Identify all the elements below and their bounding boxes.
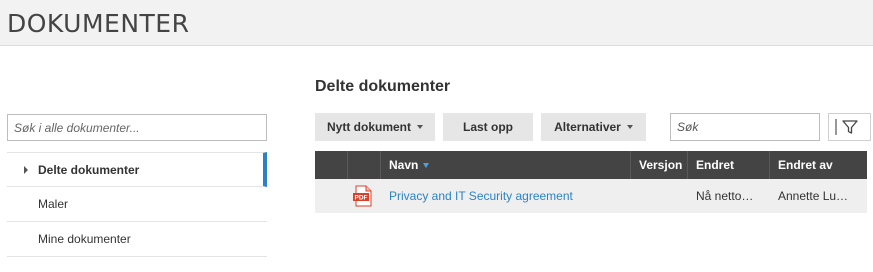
upload-label: Last opp xyxy=(463,120,513,134)
column-header-modified-by[interactable]: Endret av xyxy=(770,151,867,179)
column-header-label: Endret av xyxy=(778,158,833,172)
document-link[interactable]: Privacy and IT Security agreement xyxy=(389,189,573,203)
sidebar-item-label: Maler xyxy=(38,197,69,211)
sidebar-item-templates[interactable]: Maler xyxy=(7,187,267,222)
new-document-button[interactable]: Nytt dokument xyxy=(315,113,435,141)
modified-by-cell: Annette Lu… xyxy=(778,189,849,203)
pdf-file-icon: PDF xyxy=(353,185,372,207)
filter-icon xyxy=(842,120,858,134)
column-header-label: Endret xyxy=(696,158,735,172)
search-input[interactable] xyxy=(670,113,820,141)
sidebar-item-my-documents[interactable]: Mine dokumenter xyxy=(7,222,267,257)
column-header-version[interactable]: Versjon xyxy=(631,151,688,179)
table-header: Navn Versjon Endret Endret av xyxy=(315,151,867,179)
page-title: DOKUMENTER xyxy=(7,9,190,38)
search-all-documents-input[interactable] xyxy=(7,114,267,141)
caret-right-icon xyxy=(24,166,28,174)
row-select-cell[interactable] xyxy=(315,179,348,213)
modified-cell: Nå netto… xyxy=(696,189,754,203)
upload-button[interactable]: Last opp xyxy=(443,113,533,141)
column-header-select[interactable] xyxy=(315,151,348,179)
column-header-type[interactable] xyxy=(348,151,381,179)
chevron-down-icon xyxy=(417,125,423,129)
version-cell xyxy=(631,179,688,213)
section-title: Delte dokumenter xyxy=(315,78,451,95)
sidebar-item-label: Mine dokumenter xyxy=(38,232,131,246)
column-header-label: Navn xyxy=(389,158,419,172)
options-label: Alternativer xyxy=(554,120,621,134)
documents-table: Navn Versjon Endret Endret av PDF Privac… xyxy=(315,151,867,213)
sidebar-nav: Delte dokumenter Maler Mine dokumenter xyxy=(7,152,267,257)
new-document-label: Nytt dokument xyxy=(327,120,411,134)
column-header-modified[interactable]: Endret xyxy=(688,151,770,179)
sidebar-item-shared-documents[interactable]: Delte dokumenter xyxy=(7,152,267,187)
divider xyxy=(835,119,837,135)
document-name-cell: Privacy and IT Security agreement xyxy=(381,179,631,213)
svg-text:PDF: PDF xyxy=(355,195,368,202)
file-type-cell: PDF xyxy=(348,179,381,213)
filter-button[interactable] xyxy=(828,113,871,141)
column-header-label: Versjon xyxy=(639,158,683,172)
page-header: DOKUMENTER xyxy=(0,0,873,46)
sidebar-item-label: Delte dokumenter xyxy=(38,162,140,177)
sort-descending-icon xyxy=(423,162,430,168)
column-header-name[interactable]: Navn xyxy=(381,151,631,179)
options-button[interactable]: Alternativer xyxy=(541,113,646,141)
chevron-down-icon xyxy=(626,125,633,129)
table-row[interactable]: PDF Privacy and IT Security agreement Nå… xyxy=(315,179,867,213)
